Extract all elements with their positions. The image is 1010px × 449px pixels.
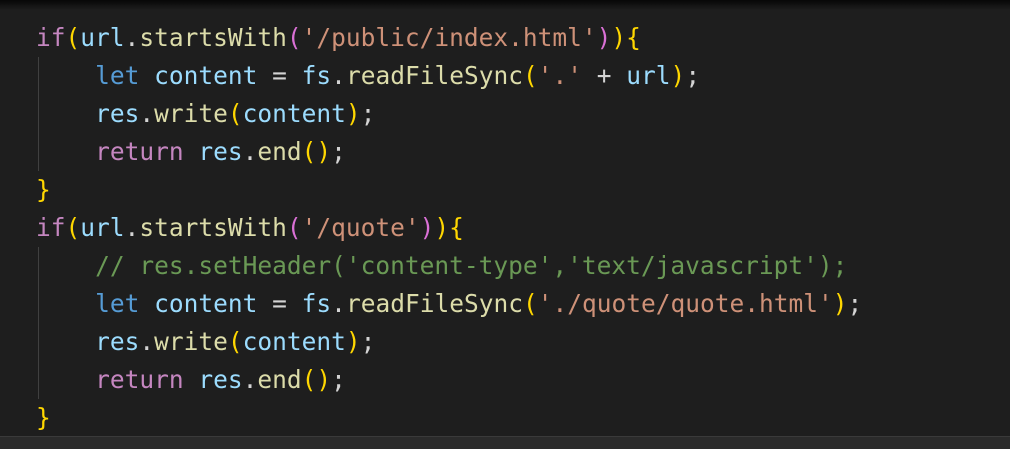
code-line-3[interactable]: res.write(content); (36, 95, 375, 133)
code-line-5[interactable]: } (36, 171, 51, 209)
code-line-7[interactable]: // res.setHeader('content-type','text/ja… (36, 247, 847, 285)
code-line-4[interactable]: return res.end(); (36, 133, 346, 171)
code-line-1[interactable]: if(url.startsWith('/public/index.html'))… (36, 19, 641, 57)
code-line-10[interactable]: return res.end(); (36, 361, 346, 399)
code-line-8[interactable]: let content = fs.readFileSync('./quote/q… (36, 285, 862, 323)
code-line-9[interactable]: res.write(content); (36, 323, 375, 361)
code-editor[interactable]: if(url.startsWith('/public/index.html'))… (0, 0, 1010, 449)
code-line-2[interactable]: let content = fs.readFileSync('.' + url)… (36, 57, 700, 95)
horizontal-scrollbar[interactable] (0, 436, 1010, 449)
scroll-shadow (0, 0, 1010, 10)
code-line-6[interactable]: if(url.startsWith('/quote')){ (36, 209, 464, 247)
code-line-11[interactable]: } (36, 399, 51, 437)
